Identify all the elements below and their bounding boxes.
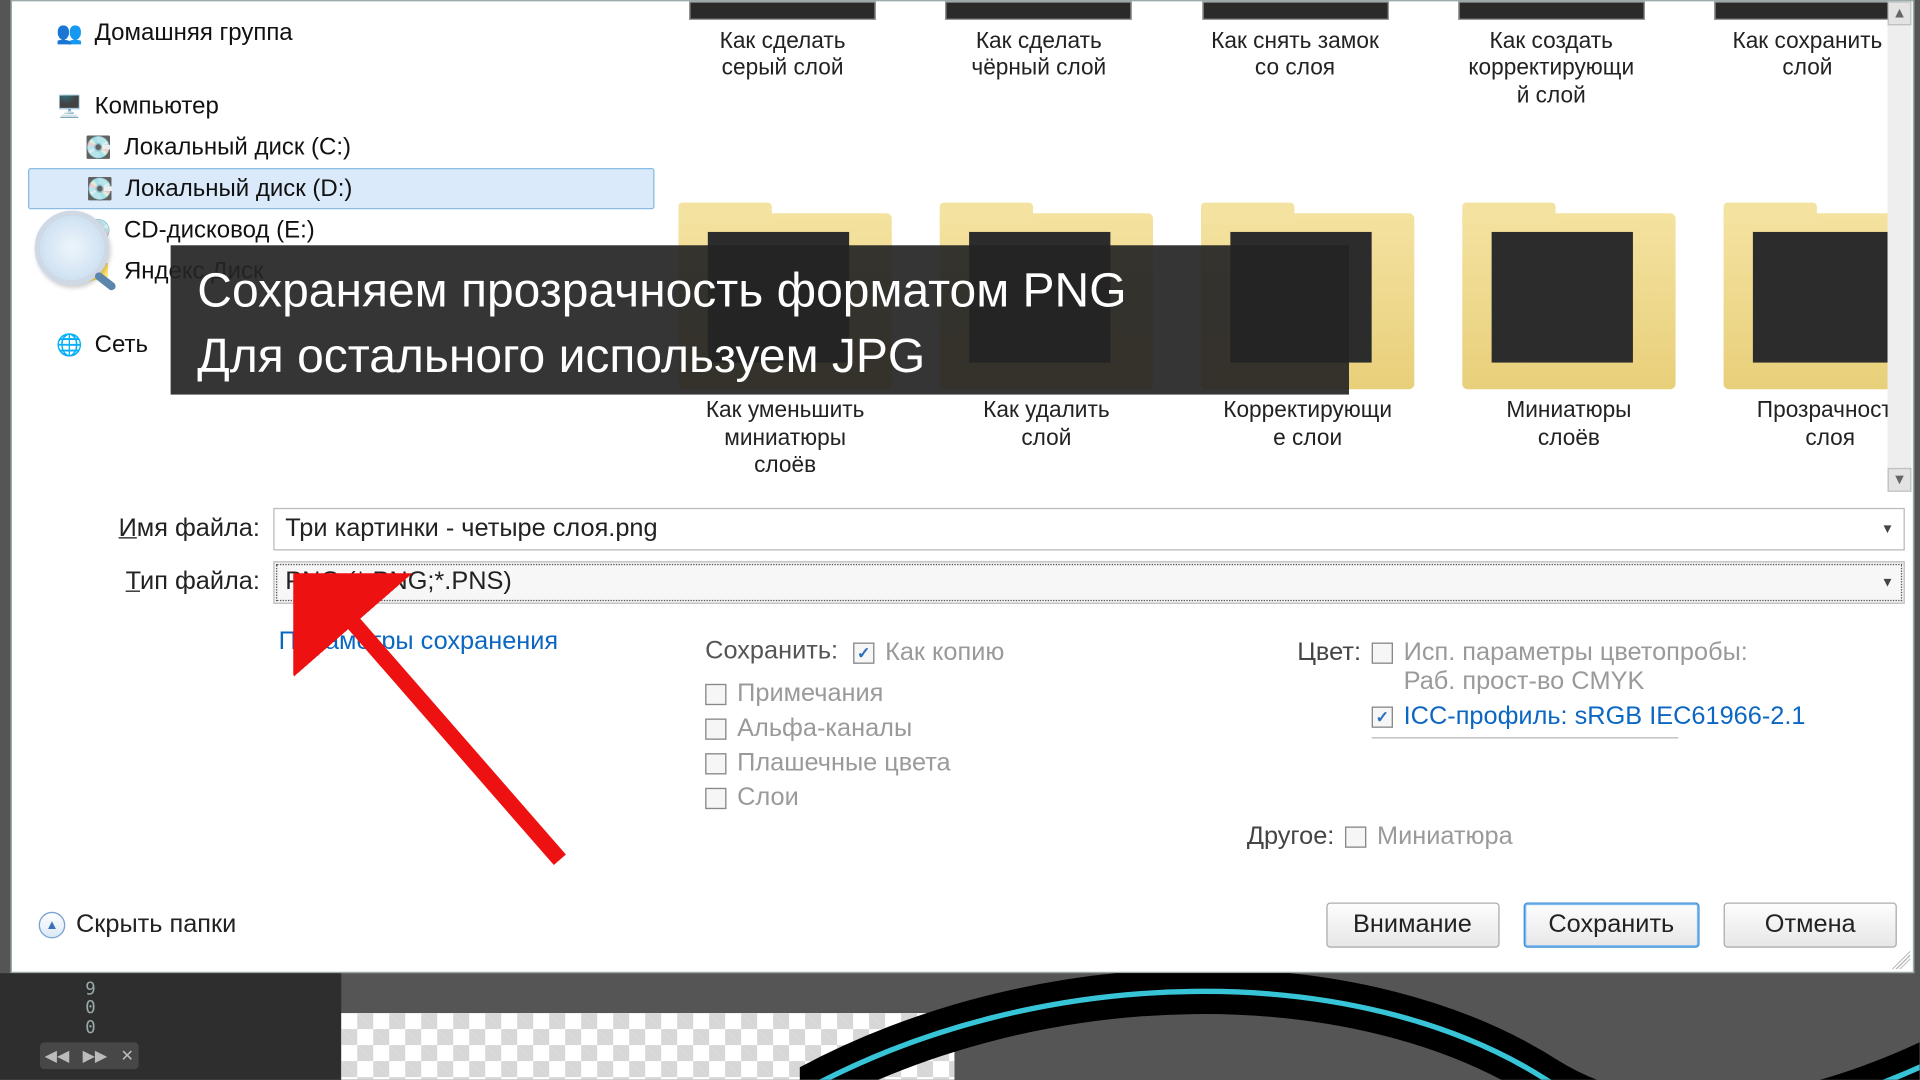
warning-button[interactable]: Внимание — [1326, 902, 1499, 947]
network-icon: 🌐 — [55, 333, 84, 357]
save-as-dialog: 👥 Домашняя группа 🖥️ Компьютер 💽 Локальн… — [11, 0, 1915, 973]
file-form: Имя файла: Три картинки - четыре слоя.pn… — [39, 508, 1905, 615]
folder-item[interactable]: Прозрачность слоя — [1724, 214, 1912, 479]
as-copy-label: Как копию — [885, 639, 1004, 668]
folder-item[interactable]: Миниатюры слоёв — [1462, 214, 1675, 479]
file-item[interactable]: Как сделать чёрный слой — [935, 1, 1143, 109]
notes-checkbox — [705, 684, 726, 705]
magnifier-icon — [35, 211, 110, 286]
filename-input[interactable]: Три картинки - четыре слоя.png ▼ — [273, 508, 1905, 551]
layers-checkbox — [705, 788, 726, 809]
editor-background: 900 ◀◀ ▶▶ ✕ — [0, 973, 1920, 1080]
filetype-label: Тип файла: — [39, 568, 274, 597]
tab-controls[interactable]: ◀◀ ▶▶ ✕ — [40, 1042, 139, 1069]
other-header: Другое: — [1238, 822, 1334, 851]
dialog-footer: ▲ Скрыть папки Внимание Сохранить Отмена — [39, 894, 1897, 955]
tree-drive-c[interactable]: 💽 Локальный диск (C:) — [28, 127, 655, 168]
filename-value: Три картинки - четыре слоя.png — [285, 515, 657, 544]
file-item[interactable]: Как снять замок со слоя — [1191, 1, 1399, 109]
computer-icon: 🖥️ — [55, 94, 84, 118]
scroll-down-icon[interactable]: ▼ — [1888, 468, 1912, 492]
thumbnail-checkbox — [1345, 826, 1366, 847]
file-item[interactable]: Как сделать серый слой — [678, 1, 886, 109]
tree-label: Локальный диск (C:) — [124, 133, 351, 161]
spot-checkbox — [705, 753, 726, 774]
resize-grip-icon[interactable] — [1892, 950, 1911, 969]
hide-folders-toggle[interactable]: ▲ Скрыть папки — [39, 910, 237, 939]
tutorial-caption: Сохраняем прозрачность форматом PNG Для … — [171, 245, 1349, 394]
filetype-select[interactable]: PNG (*.PNG;*.PNS) ▼ — [273, 561, 1905, 604]
drive-icon: 💽 — [85, 177, 114, 201]
tree-computer[interactable]: 🖥️ Компьютер — [28, 85, 655, 126]
save-params-link[interactable]: Параметры сохранения — [279, 628, 559, 656]
color-header: Цвет: — [1265, 639, 1361, 668]
save-button[interactable]: Сохранить — [1523, 902, 1700, 947]
filetype-value: PNG (*.PNG;*.PNS) — [285, 568, 512, 597]
save-header: Сохранить: — [705, 637, 838, 666]
as-copy-checkbox — [853, 643, 874, 664]
thumbnail-scrollbar[interactable]: ▲ ▼ — [1888, 1, 1912, 492]
chevron-up-icon: ▲ — [39, 912, 66, 939]
tree-label: Домашняя группа — [95, 19, 293, 47]
drive-icon: 💽 — [84, 135, 113, 159]
tree-label: Компьютер — [95, 92, 219, 120]
cancel-button[interactable]: Отмена — [1724, 902, 1897, 947]
file-item[interactable]: Как создать корректирующи й слой — [1447, 1, 1655, 109]
tree-label: CD-дисковод (E:) — [124, 216, 315, 244]
ruler-numbers: 900 — [85, 981, 95, 1038]
scroll-up-icon[interactable]: ▲ — [1888, 1, 1912, 25]
alpha-checkbox — [705, 718, 726, 739]
artwork-curve — [800, 973, 1920, 1080]
homegroup-icon: 👥 — [55, 21, 84, 45]
tree-homegroup[interactable]: 👥 Домашняя группа — [28, 12, 655, 53]
proof-checkbox — [1372, 643, 1393, 664]
chevron-down-icon[interactable]: ▼ — [1872, 509, 1904, 549]
save-options: Параметры сохранения Сохранить: Как копи… — [279, 628, 1892, 657]
tree-drive-d[interactable]: 💽 Локальный диск (D:) — [28, 168, 655, 209]
tree-label: Сеть — [95, 331, 148, 359]
icc-label: ICC-профиль: sRGB IEC61966-2.1 — [1404, 702, 1806, 731]
tree-label: Локальный диск (D:) — [125, 175, 352, 203]
file-item[interactable]: Как сохранить слой — [1703, 1, 1911, 109]
icc-checkbox[interactable] — [1372, 706, 1393, 727]
filename-label: Имя файла: — [39, 515, 274, 544]
chevron-down-icon[interactable]: ▼ — [1872, 563, 1904, 603]
